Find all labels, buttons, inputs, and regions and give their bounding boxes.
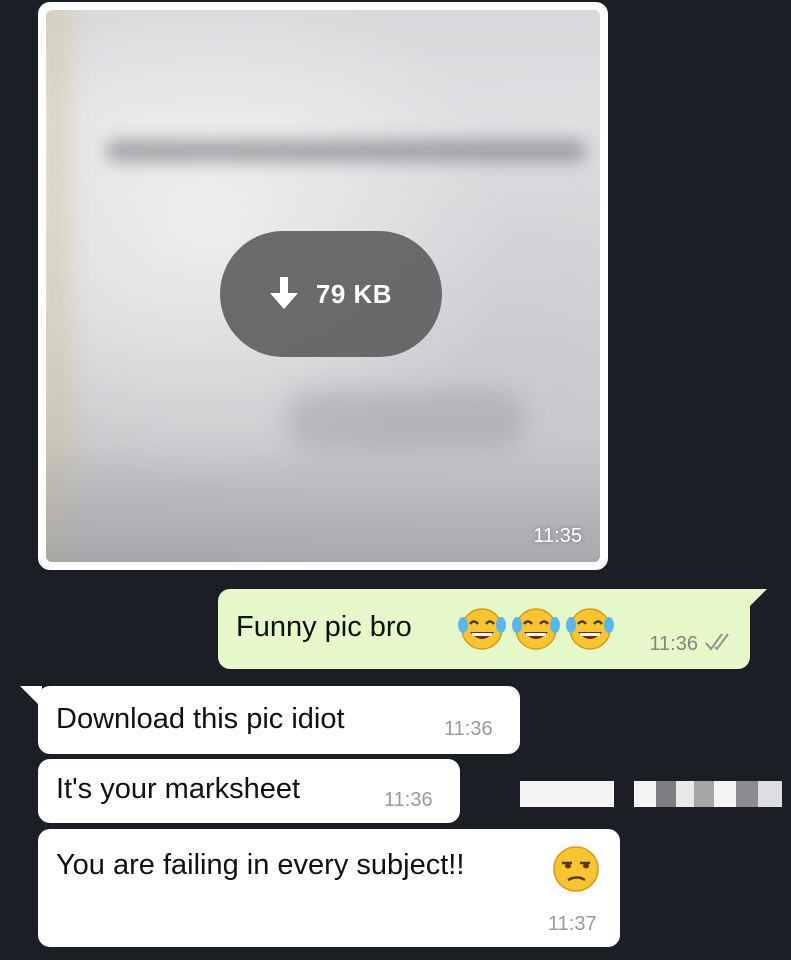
double-check-icon — [705, 633, 729, 651]
message-text: You are failing in every subject!! — [56, 849, 465, 881]
download-button[interactable]: 79 KB — [220, 231, 442, 357]
message-timestamp: 11:37 — [548, 913, 597, 935]
image-blur-spot — [286, 390, 526, 450]
emoji-group — [456, 605, 616, 653]
image-blur-line — [106, 140, 586, 162]
message-timestamp: 11:36 — [444, 718, 493, 740]
message-timestamp: 11:35 — [533, 525, 582, 547]
file-size-label: 79 KB — [315, 278, 393, 309]
message-text: Funny pic bro — [236, 611, 412, 643]
image-message-bubble[interactable]: 79 KB 11:35 — [38, 2, 608, 570]
incoming-message-bubble[interactable]: It's your marksheet 11:36 — [38, 759, 460, 823]
message-text: Download this pic idiot — [56, 703, 345, 735]
redaction-bar — [520, 781, 782, 807]
image-blur-bottom — [46, 442, 600, 562]
message-timestamp: 11:36 — [649, 633, 698, 655]
message-timestamp: 11:36 — [384, 789, 433, 811]
joy-emoji-icon — [566, 608, 614, 650]
outgoing-message-bubble[interactable]: Funny pic bro 11:36 — [218, 589, 750, 669]
blurred-image-preview[interactable]: 79 KB 11:35 — [46, 10, 600, 562]
message-text: It's your marksheet — [56, 773, 301, 805]
joy-emoji-icon — [458, 608, 506, 650]
download-arrow-icon — [269, 277, 298, 309]
joy-emoji-icon — [512, 608, 560, 650]
unamused-face-emoji-icon — [553, 846, 599, 892]
incoming-message-bubble[interactable]: You are failing in every subject!! 11:37 — [38, 829, 620, 947]
incoming-message-bubble[interactable]: Download this pic idiot 11:36 — [38, 686, 520, 754]
